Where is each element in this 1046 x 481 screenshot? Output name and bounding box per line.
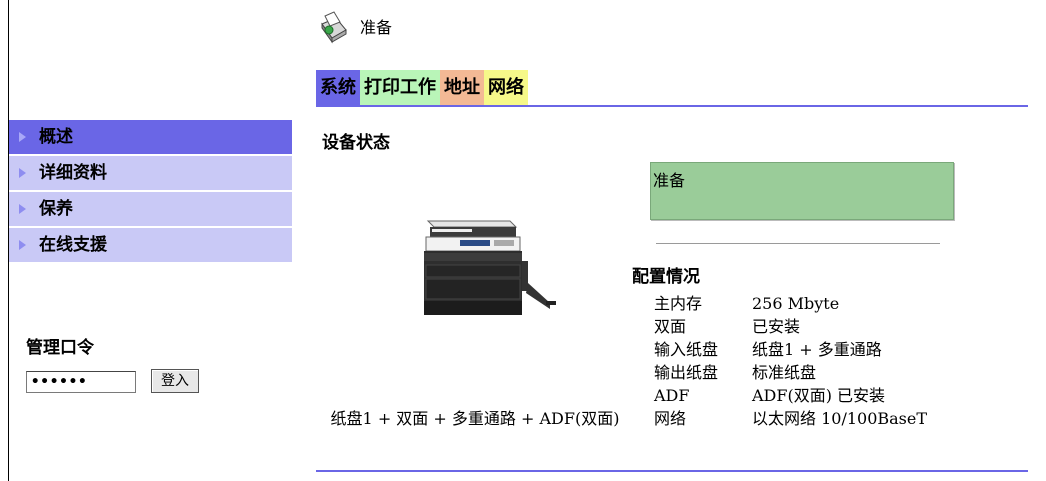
- sidebar-item-online-support[interactable]: 在线支援: [9, 228, 292, 264]
- config-value: ADF(双面) 已安装: [752, 386, 886, 405]
- config-value: 以太网络 10/100BaseT: [752, 409, 928, 428]
- configuration-table: 主内存 256 Mbyte 双面 已安装 输入纸盘 纸盘1 + 多重通路 输出纸…: [654, 292, 927, 430]
- sidebar-item-maintenance[interactable]: 保养: [9, 192, 292, 228]
- machine-configuration-caption: 纸盘1 + 双面 + 多重通路 + ADF(双面): [330, 409, 620, 428]
- printer-status-text: 准备: [360, 18, 393, 37]
- bottom-divider: [316, 470, 1028, 472]
- tab-system[interactable]: 系统: [316, 70, 360, 106]
- config-value: 标准纸盘: [752, 363, 817, 382]
- tabs-divider: [316, 105, 1028, 107]
- tab-address[interactable]: 地址: [440, 70, 484, 106]
- login-button[interactable]: 登入: [151, 369, 199, 393]
- config-value: 已安装: [752, 317, 801, 336]
- status-box-text: 准备: [653, 171, 686, 190]
- admin-password-title: 管理口令: [26, 338, 94, 358]
- arrow-right-icon: [19, 240, 26, 250]
- tab-print-jobs[interactable]: 打印工作: [360, 70, 440, 106]
- arrow-right-icon: [19, 204, 26, 214]
- config-row-network: 网络 以太网络 10/100BaseT: [654, 407, 927, 430]
- admin-password-input[interactable]: [26, 371, 136, 393]
- config-row-memory: 主内存 256 Mbyte: [654, 292, 927, 315]
- device-status-title: 设备状态: [322, 133, 390, 153]
- sidebar-item-label: 详细资料: [39, 163, 107, 183]
- sidebar-item-label: 在线支援: [39, 235, 107, 255]
- config-value: 纸盘1 + 多重通路: [752, 340, 882, 359]
- tab-bar: 系统 打印工作 地址 网络: [316, 70, 528, 106]
- config-label: 主内存: [654, 294, 703, 313]
- config-label: 网络: [654, 409, 687, 428]
- status-divider: [656, 243, 940, 244]
- sidebar-item-label: 保养: [39, 199, 73, 219]
- sidebar: 概述 详细资料 保养 在线支援: [9, 120, 292, 264]
- sidebar-item-details[interactable]: 详细资料: [9, 156, 292, 192]
- status-box: 准备: [650, 162, 954, 220]
- sidebar-item-label: 概述: [39, 127, 73, 147]
- printer-ready-icon: [321, 11, 347, 44]
- config-label: 输出纸盘: [654, 363, 719, 382]
- config-value: 256 Mbyte: [752, 294, 840, 313]
- config-row-adf: ADF ADF(双面) 已安装: [654, 384, 927, 407]
- config-label: 双面: [654, 317, 687, 336]
- config-row-output-tray: 输出纸盘 标准纸盘: [654, 361, 927, 384]
- configuration-title: 配置情况: [632, 267, 700, 287]
- copier-machine-image: [424, 220, 556, 315]
- arrow-right-icon: [19, 168, 26, 178]
- arrow-right-icon: [19, 132, 26, 142]
- tab-network[interactable]: 网络: [484, 70, 528, 106]
- config-label: 输入纸盘: [654, 340, 719, 359]
- sidebar-item-overview[interactable]: 概述: [9, 120, 292, 156]
- config-row-input-tray: 输入纸盘 纸盘1 + 多重通路: [654, 338, 927, 361]
- config-label: ADF: [654, 386, 690, 405]
- config-row-duplex: 双面 已安装: [654, 315, 927, 338]
